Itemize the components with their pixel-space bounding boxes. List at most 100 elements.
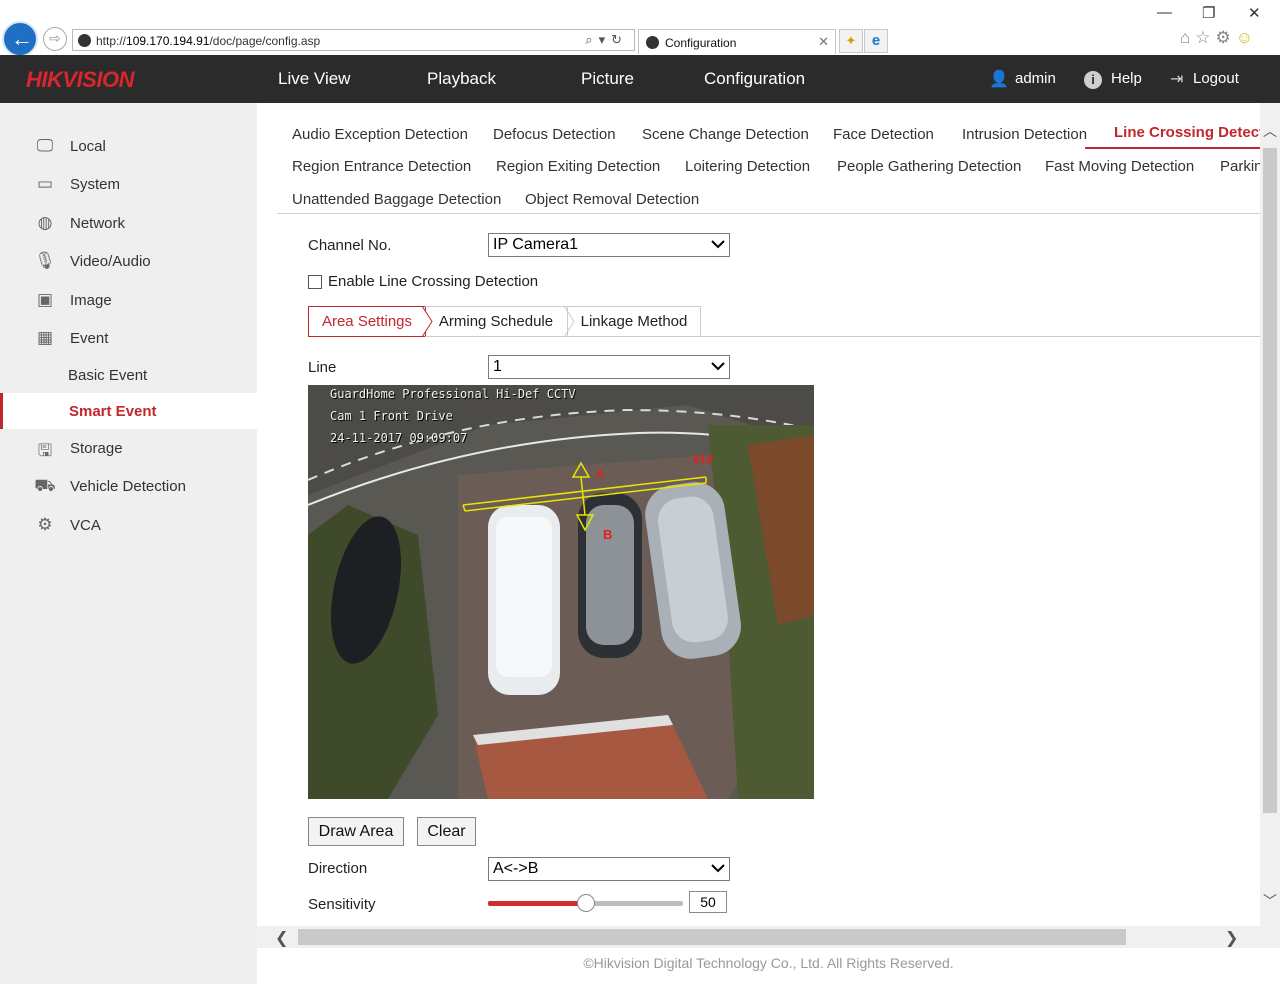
tab-intrusion[interactable]: Intrusion Detection bbox=[962, 126, 1087, 143]
line-value: 1 bbox=[493, 358, 502, 375]
scroll-right-icon[interactable]: ❯ bbox=[1225, 928, 1238, 948]
horizontal-scrollbar[interactable]: ❮ ❯ bbox=[257, 926, 1280, 948]
user-name[interactable]: admin bbox=[1015, 70, 1056, 87]
browser-tab[interactable]: Configuration ✕ bbox=[638, 29, 836, 54]
minimize-window-icon[interactable]: — bbox=[1157, 4, 1172, 21]
tab-fast-moving[interactable]: Fast Moving Detection bbox=[1045, 158, 1194, 175]
dropdown-icon[interactable]: ▾ bbox=[599, 32, 612, 47]
sidebar-item-vehicle-detection[interactable]: ⛟ Vehicle Detection bbox=[0, 468, 257, 504]
home-icon[interactable]: ⌂ bbox=[1180, 28, 1195, 47]
tab-loitering[interactable]: Loitering Detection bbox=[685, 158, 810, 175]
sidebar-item-event[interactable]: ▦ Event bbox=[0, 320, 257, 356]
address-bar[interactable]: http://109.170.194.91/doc/page/config.as… bbox=[72, 29, 635, 51]
horizontal-scroll-thumb[interactable] bbox=[298, 929, 1126, 945]
sidebar-item-label: Network bbox=[70, 215, 126, 232]
tab-arming-schedule[interactable]: Arming Schedule bbox=[425, 306, 567, 337]
hikvision-logo: HIKVISION bbox=[26, 67, 134, 92]
tab-people-gathering[interactable]: People Gathering Detection bbox=[837, 158, 1021, 175]
sidebar-item-video-audio[interactable]: 🎙 Video/Audio bbox=[0, 243, 257, 279]
close-window-icon[interactable]: ✕ bbox=[1248, 4, 1261, 22]
chevron-down-icon bbox=[711, 240, 725, 249]
vertical-scroll-thumb[interactable] bbox=[1263, 148, 1277, 813]
main-panel: Audio Exception Detection Defocus Detect… bbox=[257, 103, 1260, 926]
sidebar-item-local[interactable]: 🖵 Local bbox=[0, 128, 257, 164]
nav-playback[interactable]: Playback bbox=[427, 69, 496, 89]
back-arrow-icon: ← bbox=[11, 26, 33, 51]
microphone-camera-icon: 🎙 bbox=[34, 251, 56, 270]
enable-line-crossing-checkbox[interactable] bbox=[308, 275, 322, 289]
chevron-down-icon bbox=[711, 864, 725, 873]
tab-face-detection[interactable]: Face Detection bbox=[833, 126, 934, 143]
back-button[interactable]: ← bbox=[2, 21, 38, 57]
settings-gear-icon[interactable]: ⚙ bbox=[1216, 28, 1236, 47]
tab-area-settings[interactable]: Area Settings bbox=[308, 306, 426, 337]
sidebar-item-storage[interactable]: 🖫 Storage bbox=[0, 430, 257, 466]
feedback-smiley-icon[interactable]: ☺ bbox=[1236, 28, 1258, 47]
clear-button[interactable]: Clear bbox=[417, 817, 476, 846]
vertical-scrollbar[interactable]: ︿ ﹀ bbox=[1260, 103, 1280, 926]
tabs-divider bbox=[277, 213, 1260, 214]
sidebar-item-vca[interactable]: ⚙ VCA bbox=[0, 507, 257, 543]
nav-live-view[interactable]: Live View bbox=[278, 69, 350, 89]
footer: ©Hikvision Digital Technology Co., Ltd. … bbox=[257, 948, 1280, 984]
help-link[interactable]: Help bbox=[1111, 70, 1142, 87]
tab-line-crossing[interactable]: Line Crossing Detecti bbox=[1114, 124, 1260, 141]
sidebar-item-network[interactable]: ◍ Network bbox=[0, 205, 257, 241]
line-select[interactable]: 1 bbox=[488, 355, 730, 379]
sidebar-item-label: Basic Event bbox=[68, 367, 148, 384]
sensitivity-slider[interactable] bbox=[488, 894, 683, 912]
tab-object-removal[interactable]: Object Removal Detection bbox=[525, 191, 699, 208]
monitor-icon: 🖵 bbox=[36, 136, 54, 155]
tab-defocus[interactable]: Defocus Detection bbox=[493, 126, 616, 143]
scroll-left-icon[interactable]: ❮ bbox=[275, 928, 288, 948]
sensitivity-slider-handle[interactable] bbox=[576, 894, 595, 912]
nav-configuration[interactable]: Configuration bbox=[704, 69, 805, 89]
copyright-text: ©Hikvision Digital Technology Co., Ltd. … bbox=[583, 955, 954, 971]
tab-scene-change[interactable]: Scene Change Detection bbox=[642, 126, 809, 143]
sidebar-item-smart-event[interactable]: Smart Event bbox=[0, 393, 257, 429]
tab-close-icon[interactable]: ✕ bbox=[818, 34, 829, 50]
image-icon: ▣ bbox=[36, 290, 54, 309]
search-icon[interactable]: ⌕ bbox=[585, 32, 598, 47]
direction-value: A<->B bbox=[493, 860, 539, 877]
sensitivity-value-input[interactable]: 50 bbox=[689, 891, 727, 913]
tab-region-exiting[interactable]: Region Exiting Detection bbox=[496, 158, 660, 175]
tab-unattended-baggage[interactable]: Unattended Baggage Detection bbox=[292, 191, 501, 208]
active-tab-underline bbox=[1085, 147, 1260, 149]
forward-button[interactable]: ⇨ bbox=[43, 27, 67, 51]
camera-live-view[interactable]: GuardHome Professional Hi-Def CCTV Cam 1… bbox=[308, 385, 814, 799]
scroll-up-icon[interactable]: ︿ bbox=[1263, 121, 1277, 141]
address-url[interactable]: http://109.170.194.91/doc/page/config.as… bbox=[96, 34, 320, 48]
sidebar-item-label: Vehicle Detection bbox=[70, 478, 186, 495]
logout-link[interactable]: Logout bbox=[1193, 70, 1239, 87]
tab-region-entrance[interactable]: Region Entrance Detection bbox=[292, 158, 471, 175]
line-label: Line bbox=[308, 359, 337, 376]
tab-linkage-method[interactable]: Linkage Method bbox=[567, 306, 701, 337]
help-icon[interactable]: i bbox=[1084, 71, 1102, 89]
osd-timestamp: 24-11-2017 09:09:07 bbox=[330, 431, 468, 445]
direction-select[interactable]: A<->B bbox=[488, 857, 730, 881]
scroll-down-icon[interactable]: ﹀ bbox=[1263, 891, 1277, 911]
sidebar-item-basic-event[interactable]: Basic Event bbox=[0, 357, 257, 393]
vehicle-search-icon: ⛟ bbox=[34, 476, 56, 495]
nav-picture[interactable]: Picture bbox=[581, 69, 634, 89]
sidebar-item-system[interactable]: ▭ System bbox=[0, 166, 257, 202]
ie-logo-icon[interactable]: e bbox=[864, 29, 888, 53]
channel-select[interactable]: IP Camera1 bbox=[488, 233, 730, 257]
new-tab-button[interactable]: ✦ bbox=[839, 29, 863, 53]
logout-icon[interactable]: ⇥ bbox=[1170, 69, 1183, 89]
chevron-down-icon bbox=[711, 362, 725, 371]
sidebar-item-image[interactable]: ▣ Image bbox=[0, 282, 257, 318]
favorites-star-icon[interactable]: ☆ bbox=[1195, 28, 1215, 47]
draw-area-button[interactable]: Draw Area bbox=[308, 817, 404, 846]
tab-audio-exception[interactable]: Audio Exception Detection bbox=[292, 126, 468, 143]
sidebar-item-label: Local bbox=[70, 138, 106, 155]
restore-window-icon[interactable]: ❐ bbox=[1202, 4, 1215, 22]
sidebar-item-label: Image bbox=[70, 292, 112, 309]
tab-title: Configuration bbox=[665, 36, 737, 50]
direction-label: Direction bbox=[308, 860, 368, 877]
refresh-icon[interactable]: ↻ bbox=[611, 32, 628, 47]
sidebar: 🖵 Local ▭ System ◍ Network 🎙 Video/Audio… bbox=[0, 103, 257, 984]
address-actions[interactable]: ⌕▾↻ bbox=[585, 32, 628, 48]
tab-parking[interactable]: Parkin bbox=[1220, 158, 1260, 175]
